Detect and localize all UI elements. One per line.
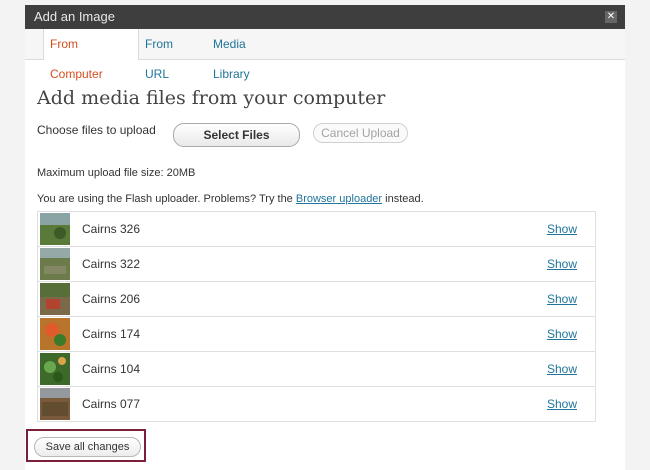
image-thumbnail [40,388,70,420]
media-item-name: Cairns 322 [82,257,141,271]
flash-note-prefix: You are using the Flash uploader. Proble… [37,193,293,205]
tab-bar: From Computer From URL Media Library [25,29,625,81]
dialog-titlebar: Add an Image ✕ [25,5,625,29]
show-link[interactable]: Show [547,257,577,271]
media-item-row: Cairns 174 Show [38,316,595,351]
select-files-button[interactable]: Select Files [173,123,300,147]
show-link[interactable]: Show [547,327,577,341]
media-item-name: Cairns 104 [82,362,141,376]
media-item-name: Cairns 174 [82,327,141,341]
show-link[interactable]: Show [547,397,577,411]
image-thumbnail [40,213,70,245]
media-item-name: Cairns 077 [82,397,141,411]
image-thumbnail [40,283,70,315]
tab-from-computer[interactable]: From Computer [43,29,139,81]
media-item-row: Cairns 326 Show [38,211,595,246]
tab-media-library[interactable]: Media Library [207,29,289,81]
dialog-title: Add an Image [34,9,115,24]
image-thumbnail [40,248,70,280]
image-thumbnail [40,318,70,350]
show-link[interactable]: Show [547,292,577,306]
media-item-row: Cairns 077 Show [38,386,595,421]
media-items-list: Cairns 326 Show Cairns 322 Show Cairns 2… [37,211,596,422]
media-item-row: Cairns 104 Show [38,351,595,386]
page-title: Add media files from your computer [37,87,386,109]
flash-uploader-note: You are using the Flash uploader. Proble… [37,193,424,205]
max-upload-size-text: Maximum upload file size: 20MB [37,167,196,179]
show-link[interactable]: Show [547,222,577,236]
close-icon[interactable]: ✕ [605,11,617,23]
show-link[interactable]: Show [547,362,577,376]
browser-uploader-link[interactable]: Browser uploader [296,193,382,205]
media-item-name: Cairns 326 [82,222,141,236]
tab-from-url[interactable]: From URL [139,29,203,81]
image-thumbnail [40,353,70,385]
choose-files-label: Choose files to upload [37,123,156,137]
media-item-row: Cairns 322 Show [38,246,595,281]
save-all-changes-button[interactable]: Save all changes [34,437,141,457]
media-item-row: Cairns 206 Show [38,281,595,316]
add-image-dialog: Add an Image ✕ From Computer From URL Me… [25,5,625,470]
flash-note-suffix: instead. [385,193,424,205]
cancel-upload-button: Cancel Upload [313,123,408,143]
media-item-name: Cairns 206 [82,292,141,306]
